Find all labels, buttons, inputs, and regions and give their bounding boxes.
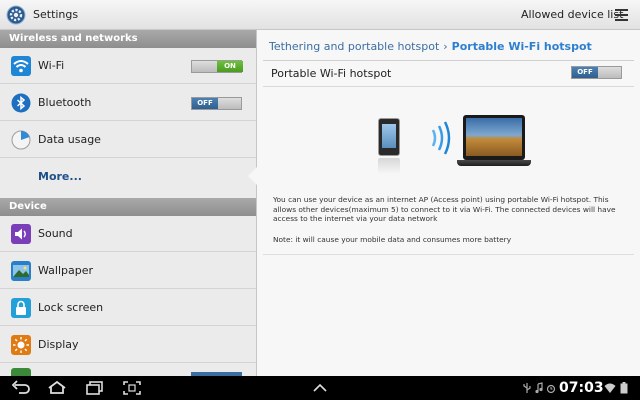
home-icon[interactable] <box>46 379 68 397</box>
hotspot-toggle[interactable]: OFF <box>571 66 622 79</box>
section-header-wireless: Wireless and networks <box>0 30 257 48</box>
sidebar-item-data-usage[interactable]: Data usage <box>0 122 257 158</box>
recent-apps-icon[interactable] <box>84 379 106 397</box>
breadcrumb-current: Portable Wi-Fi hotspot <box>451 40 592 53</box>
sidebar-item-wifi[interactable]: Wi-Fi ON <box>0 48 257 84</box>
clock: 07:03 <box>559 380 604 396</box>
display-icon <box>11 335 31 355</box>
settings-list[interactable]: Wireless and networks Wi-Fi ON Bluetooth… <box>0 30 257 376</box>
wifi-signal-icon <box>604 383 616 393</box>
section-header-device: Device <box>0 198 257 216</box>
hotspot-note: Note: it will cause your mobile data and… <box>273 235 512 244</box>
phone-illustration <box>378 118 400 156</box>
toggle-state: ON <box>217 61 243 72</box>
sidebar-item-label: Display <box>38 338 79 351</box>
system-bar: 07:03 <box>0 376 640 400</box>
hotspot-description: You can use your device as an internet A… <box>273 195 616 224</box>
sidebar-item-label: Wi-Fi <box>38 59 65 72</box>
hotspot-setting-label: Portable Wi-Fi hotspot <box>271 67 392 80</box>
chevron-up-icon[interactable] <box>312 382 328 394</box>
wifi-waves-icon <box>431 121 451 155</box>
data-usage-icon <box>11 130 31 150</box>
sidebar-item-label: Data usage <box>38 133 101 146</box>
breadcrumb: Tethering and portable hotspot › Portable … <box>269 40 592 53</box>
alarm-icon <box>546 384 556 394</box>
selection-pointer <box>248 167 257 185</box>
breadcrumb-parent[interactable]: Tethering and portable hotspot <box>269 40 439 53</box>
sidebar-item-display[interactable]: Display <box>0 327 257 363</box>
laptop-illustration <box>463 115 525 160</box>
wifi-icon <box>11 56 31 76</box>
music-icon <box>535 382 543 394</box>
divider <box>263 254 634 255</box>
laptop-base <box>457 160 531 166</box>
sidebar-item-label: Lock screen <box>38 301 104 314</box>
divider <box>263 86 634 87</box>
lock-icon <box>11 298 31 318</box>
usb-icon <box>523 383 531 393</box>
sidebar-item-more[interactable]: More... <box>0 159 257 195</box>
detail-pane: Tethering and portable hotspot › Portable … <box>257 30 640 376</box>
toggle-state: OFF <box>572 67 598 78</box>
partial-icon <box>11 368 31 376</box>
sidebar-item-label: Wallpaper <box>38 264 94 277</box>
wifi-toggle[interactable]: ON <box>191 60 243 73</box>
sidebar-item-wallpaper[interactable]: Wallpaper <box>0 253 257 289</box>
gear-icon[interactable] <box>6 5 26 25</box>
battery-icon <box>620 382 628 394</box>
speaker-icon <box>11 224 31 244</box>
phone-reflection <box>378 158 400 174</box>
action-bar: Settings Allowed device list <box>0 0 640 30</box>
sidebar-item-label: More... <box>38 170 82 183</box>
sidebar-item-bluetooth[interactable]: Bluetooth OFF <box>0 85 257 121</box>
sidebar-item-label: Sound <box>38 227 73 240</box>
app-title: Settings <box>33 8 79 21</box>
sidebar-item-partial[interactable] <box>0 364 257 376</box>
back-icon[interactable] <box>10 379 32 397</box>
bluetooth-icon <box>11 93 31 113</box>
divider <box>263 60 634 61</box>
screenshot-icon[interactable] <box>121 379 143 397</box>
sidebar-item-sound[interactable]: Sound <box>0 216 257 252</box>
sidebar-item-label: Bluetooth <box>38 96 92 109</box>
toggle-state: OFF <box>192 98 218 109</box>
breadcrumb-separator: › <box>443 40 448 53</box>
image-icon <box>11 261 31 281</box>
menu-icon[interactable] <box>612 6 632 24</box>
allowed-device-list-button[interactable]: Allowed device list <box>521 8 623 21</box>
bluetooth-toggle[interactable]: OFF <box>191 97 242 110</box>
sidebar-item-lock-screen[interactable]: Lock screen <box>0 290 257 326</box>
